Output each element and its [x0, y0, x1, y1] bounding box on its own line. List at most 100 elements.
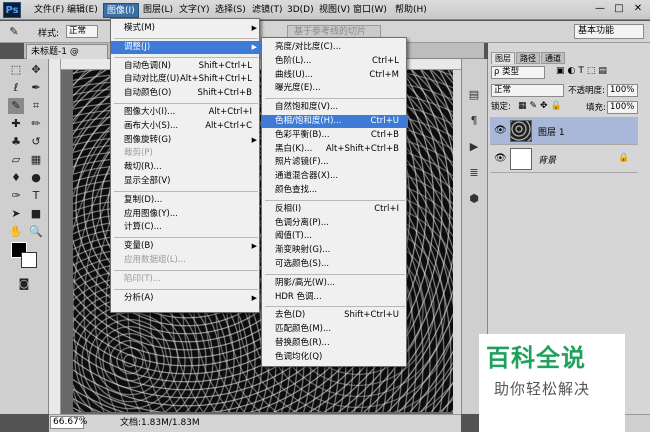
- menu-separator: [265, 199, 405, 201]
- adjust_menu-item-17[interactable]: 可选颜色(S)...: [262, 258, 408, 271]
- menu-separator: [114, 103, 258, 104]
- image_menu-item-2[interactable]: 调整(J) ▶: [111, 40, 261, 54]
- menu-10[interactable]: 帮助(H): [392, 3, 430, 18]
- adjust_menu-item-2[interactable]: 曲线(U)... Ctrl+M: [262, 69, 408, 82]
- adjust_menu-item-15[interactable]: 阈值(T)...: [262, 230, 408, 243]
- paragraph-panel-icon[interactable]: ¶: [467, 114, 481, 128]
- adjust_menu-item-20[interactable]: HDR 色调...: [262, 291, 408, 304]
- type-tool-icon[interactable]: T: [28, 188, 44, 204]
- history-brush-tool-icon[interactable]: ↺: [28, 134, 44, 150]
- adjust_menu-item-6[interactable]: 色相/饱和度(H)... Ctrl+U: [262, 115, 408, 128]
- layer-row-layer1[interactable]: 👁 图层 1: [490, 117, 638, 145]
- menu-1[interactable]: 编辑(E): [64, 3, 101, 18]
- layer-kind-filter[interactable]: ρ 类型: [491, 66, 545, 79]
- adjust_menu-item-0[interactable]: 亮度/对比度(C)...: [262, 41, 408, 54]
- layer-row-background[interactable]: 👁 背景 🔒: [490, 145, 638, 173]
- quick-mask-icon[interactable]: ◙: [16, 276, 32, 292]
- clone-stamp-tool-icon[interactable]: ♣: [8, 134, 24, 150]
- menu-2[interactable]: 图像(I): [103, 3, 139, 18]
- image_menu-item-5[interactable]: 自动对比度(U) Alt+Shift+Ctrl+L: [111, 73, 261, 86]
- visibility-eye-icon[interactable]: 👁: [494, 125, 507, 136]
- menu-0[interactable]: 文件(F): [31, 3, 67, 18]
- image_menu-item-9[interactable]: 画布大小(S)... Alt+Ctrl+C: [111, 120, 261, 133]
- eyedropper-tool-icon[interactable]: ✎: [6, 24, 22, 40]
- adjust_menu-item-19[interactable]: 阴影/高光(W)...: [262, 277, 408, 290]
- history-panel-icon[interactable]: ▤: [467, 88, 481, 102]
- image_menu-item-6[interactable]: 自动颜色(O) Shift+Ctrl+B: [111, 87, 261, 100]
- close-button[interactable]: ✕: [630, 2, 646, 16]
- image_menu-item-4[interactable]: 自动色调(N) Shift+Ctrl+L: [111, 60, 261, 73]
- panel-tab-0[interactable]: 图层: [491, 52, 515, 64]
- vertical-scrollbar[interactable]: [453, 70, 461, 414]
- blur-tool-icon[interactable]: ♦: [8, 170, 24, 186]
- eraser-tool-icon[interactable]: ▱: [8, 152, 24, 168]
- menu-9[interactable]: 窗口(W): [350, 3, 390, 18]
- adjust_menu-item-9[interactable]: 照片滤镜(F)...: [262, 156, 408, 169]
- eyedropper-tool-icon[interactable]: ✎: [8, 98, 24, 114]
- adjust_menu-item-10[interactable]: 通道混合器(X)...: [262, 170, 408, 183]
- actions-panel-icon[interactable]: ▶: [467, 140, 481, 154]
- image_menu-item-24[interactable]: 分析(A) ▶: [111, 292, 261, 305]
- adjust_menu-item-25[interactable]: 色调均化(Q): [262, 351, 408, 364]
- maximize-button[interactable]: □: [611, 2, 627, 16]
- adjust_menu-item-13[interactable]: 反相(I) Ctrl+I: [262, 203, 408, 216]
- image_menu-item-17[interactable]: 计算(C)...: [111, 221, 261, 234]
- quick-select-tool-icon[interactable]: ✒: [28, 80, 44, 96]
- layer-filter-icons[interactable]: ▣◐T⬚▤: [556, 66, 610, 76]
- adjust_menu-item-23[interactable]: 匹配颜色(M)...: [262, 323, 408, 336]
- shape-tool-icon[interactable]: ■: [28, 206, 44, 222]
- panel-tab-2[interactable]: 通道: [541, 52, 565, 64]
- adjust_menu-item-16[interactable]: 渐变映射(G)...: [262, 244, 408, 257]
- panel-tab-1[interactable]: 路径: [516, 52, 540, 64]
- menu-5[interactable]: 选择(S): [212, 3, 249, 18]
- style-select[interactable]: 正常: [66, 25, 98, 38]
- crop-tool-icon[interactable]: ⌗: [28, 98, 44, 114]
- dodge-tool-icon[interactable]: ●: [28, 170, 44, 186]
- adjust_menu-item-22[interactable]: 去色(D) Shift+Ctrl+U: [262, 309, 408, 322]
- adjust_menu-item-7[interactable]: 色彩平衡(B)... Ctrl+B: [262, 129, 408, 142]
- adjust_menu-item-11[interactable]: 颜色查找...: [262, 184, 408, 197]
- properties-panel-icon[interactable]: ≣: [467, 166, 481, 180]
- image_menu-item-16[interactable]: 应用图像(Y)...: [111, 208, 261, 221]
- image_menu-item-10[interactable]: 图像旋转(G) ▶: [111, 134, 261, 147]
- adjust_menu-item-24[interactable]: 替换颜色(R)...: [262, 337, 408, 350]
- adjust_menu-item-8[interactable]: 黑白(K)... Alt+Shift+Ctrl+B: [262, 143, 408, 156]
- image_menu-item-12[interactable]: 裁切(R)...: [111, 161, 261, 174]
- adjust_menu-item-14[interactable]: 色调分离(P)...: [262, 217, 408, 230]
- path-select-tool-icon[interactable]: ➤: [8, 206, 24, 222]
- menu-7[interactable]: 3D(D): [284, 3, 317, 18]
- image_menu-item-13[interactable]: 显示全部(V): [111, 175, 261, 188]
- adjust_menu-item-1[interactable]: 色阶(L)... Ctrl+L: [262, 55, 408, 68]
- menu-3[interactable]: 图层(L): [140, 3, 176, 18]
- image_menu-item-8[interactable]: 图像大小(I)... Alt+Ctrl+I: [111, 106, 261, 119]
- lock-icons[interactable]: ▦✎✥🔒: [518, 101, 565, 111]
- hand-tool-icon[interactable]: ✋: [8, 224, 24, 240]
- image_menu-item-0[interactable]: 模式(M) ▶: [111, 22, 261, 35]
- adjust_menu-item-5[interactable]: 自然饱和度(V)...: [262, 101, 408, 114]
- brush-tool-icon[interactable]: ✏: [28, 116, 44, 132]
- opacity-field[interactable]: 100%: [607, 84, 638, 97]
- image_menu-item-19[interactable]: 变量(B) ▶: [111, 240, 261, 253]
- workspace-select[interactable]: 基本功能: [574, 24, 644, 39]
- zoom-level-field[interactable]: 66.67%: [50, 416, 87, 429]
- gradient-tool-icon[interactable]: ▦: [28, 152, 44, 168]
- marquee-tool-icon[interactable]: ⬚: [8, 62, 24, 78]
- blend-mode-select[interactable]: 正常: [491, 84, 564, 97]
- minimize-button[interactable]: —: [592, 2, 608, 16]
- adjust_menu-item-3[interactable]: 曝光度(E)...: [262, 82, 408, 95]
- background-color-swatch[interactable]: [21, 252, 37, 268]
- image_menu-item-15[interactable]: 复制(D)...: [111, 194, 261, 207]
- fill-field[interactable]: 100%: [607, 101, 638, 114]
- zoom-tool-icon[interactable]: 🔍: [28, 224, 44, 240]
- lasso-tool-icon[interactable]: ℓ: [8, 80, 24, 96]
- healing-brush-tool-icon[interactable]: ✚: [8, 116, 24, 132]
- submenu-arrow-icon: ▶: [251, 293, 257, 302]
- document-tab[interactable]: 未标题-1 @: [26, 44, 108, 59]
- menu-8[interactable]: 视图(V): [316, 3, 353, 18]
- 3d-panel-icon[interactable]: ⬢: [467, 192, 481, 206]
- move-tool-icon[interactable]: ✥: [28, 62, 44, 78]
- menu-6[interactable]: 滤镜(T): [249, 3, 286, 18]
- menu-4[interactable]: 文字(Y): [176, 3, 213, 18]
- visibility-eye-icon[interactable]: 👁: [494, 153, 507, 164]
- pen-tool-icon[interactable]: ✑: [8, 188, 24, 204]
